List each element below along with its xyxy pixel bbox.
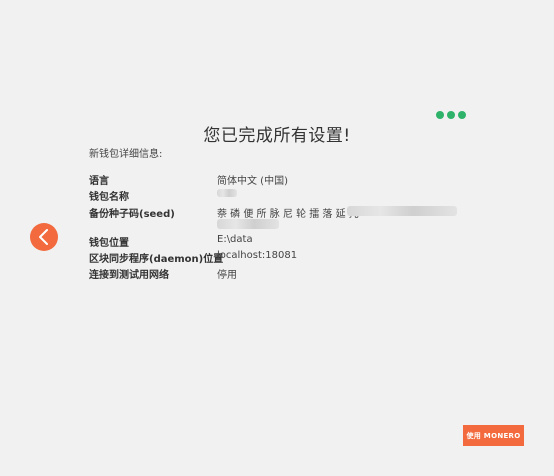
progress-dot — [436, 111, 444, 119]
detail-row-seed: 备份种子码(seed) 萘 磷 便 所 脉 尼 轮 擂 落 延 托 — [89, 205, 489, 233]
redacted-wallet-name — [217, 189, 237, 197]
daemon-value: localhost:18081 — [217, 250, 298, 261]
testnet-label: 连接到测试用网络 — [89, 270, 169, 281]
redacted-seed-part — [217, 219, 279, 229]
language-label: 语言 — [89, 176, 109, 187]
seed-label: 备份种子码(seed) — [89, 209, 175, 220]
language-value: 简体中文 (中国) — [217, 176, 288, 187]
wallet-location-label: 钱包位置 — [89, 238, 129, 249]
progress-dot — [447, 111, 455, 119]
progress-dot — [458, 111, 466, 119]
wallet-location-value: E:\data — [217, 234, 253, 245]
page-subtitle: 新钱包详细信息: — [89, 149, 163, 160]
redacted-seed-part — [347, 206, 457, 216]
back-button[interactable] — [30, 223, 58, 251]
testnet-value: 停用 — [217, 270, 237, 281]
progress-indicator — [436, 111, 466, 119]
wizard-final-page: 您已完成所有设置! 新钱包详细信息: 语言 简体中文 (中国) 钱包名称 备份种… — [0, 0, 554, 476]
chevron-left-icon — [39, 229, 48, 245]
wallet-name-value — [217, 188, 237, 199]
use-monero-button[interactable]: 使用 MONERO — [463, 425, 524, 446]
page-title: 您已完成所有设置! — [203, 126, 351, 146]
daemon-label: 区块同步程序(daemon)位置 — [89, 254, 224, 265]
wallet-name-label: 钱包名称 — [89, 192, 129, 203]
seed-value: 萘 磷 便 所 脉 尼 轮 擂 落 延 托 — [217, 205, 477, 233]
